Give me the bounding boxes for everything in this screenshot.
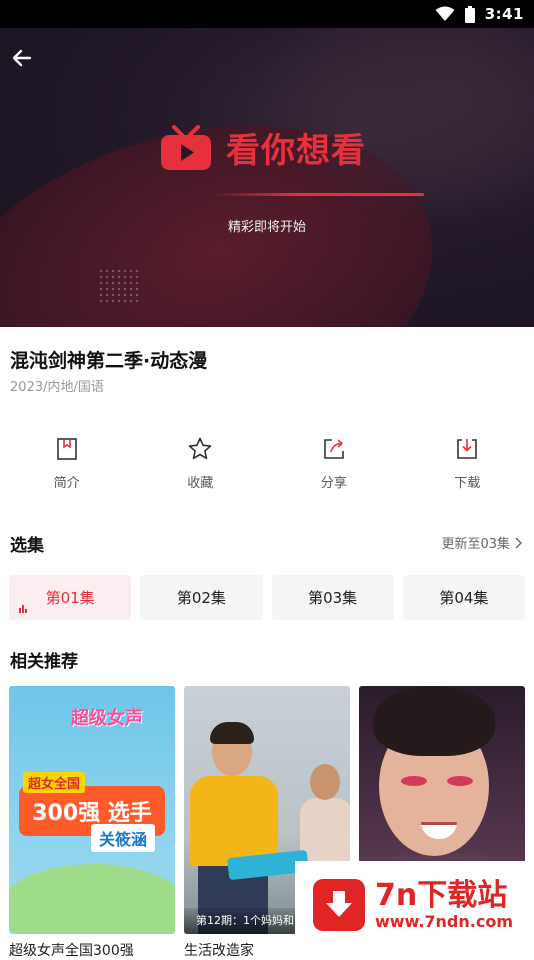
back-arrow-icon[interactable] xyxy=(10,46,34,70)
share-button[interactable]: 分享 xyxy=(274,436,394,496)
status-bar: 3:41 xyxy=(0,0,534,28)
thumb-figure xyxy=(373,686,495,756)
recommend-thumbnail: 超级女声 300强 选手 超女全国 关筱涵 xyxy=(9,686,175,934)
download-label: 下载 xyxy=(454,476,481,491)
battery-icon xyxy=(464,5,475,23)
episode-button-01[interactable]: 第01集 xyxy=(9,575,132,620)
recommend-title: 相关推荐 xyxy=(10,652,78,672)
thumb-figure xyxy=(447,776,473,786)
thumb-brand-text: 超级女声 xyxy=(71,708,143,729)
episodes-update-link[interactable]: 更新至03集 xyxy=(441,533,522,552)
player-dot-pattern xyxy=(98,268,140,304)
recommend-card[interactable]: 超级女声 300强 选手 超女全国 关筱涵 超级女声全国300强 xyxy=(9,686,175,960)
site-watermark: 7n下载站 www.7ndn.com xyxy=(295,861,534,949)
wifi-icon xyxy=(435,6,455,21)
video-title: 混沌剑神第二季·动态漫 xyxy=(10,350,208,372)
player-loading-line xyxy=(212,193,424,196)
thumb-hills xyxy=(9,864,175,934)
episodes-update-text: 更新至03集 xyxy=(441,537,510,552)
share-label: 分享 xyxy=(320,476,347,491)
watermark-name: 7n下载站 xyxy=(375,878,508,913)
episode-label: 第01集 xyxy=(45,589,95,607)
watermark-text: 7n下载站 www.7ndn.com xyxy=(375,879,513,931)
episode-list: 第01集 第02集 第03集 第04集 xyxy=(9,575,525,620)
episode-button-04[interactable]: 第04集 xyxy=(402,575,525,620)
action-bar: 简介 收藏 分享 下载 xyxy=(0,436,534,496)
favorite-label: 收藏 xyxy=(187,476,214,491)
download-icon xyxy=(457,439,478,459)
video-player[interactable]: 看你想看 精彩即将开始 xyxy=(0,28,534,327)
download-arrow-icon xyxy=(313,879,365,931)
episode-label: 第02集 xyxy=(176,589,226,607)
player-logo-text: 看你想看 xyxy=(226,131,366,171)
download-button[interactable]: 下载 xyxy=(407,436,527,496)
favorite-button[interactable]: 收藏 xyxy=(140,436,260,496)
thumb-name-text: 关筱涵 xyxy=(91,824,156,852)
thumb-top-text: 超女全国 xyxy=(23,772,86,793)
tv-play-icon xyxy=(161,124,211,170)
player-loading-text: 精彩即将开始 xyxy=(227,220,306,235)
share-icon xyxy=(323,439,344,459)
watermark-url: www.7ndn.com xyxy=(375,912,513,931)
recommend-title-text: 超级女声全国300强 xyxy=(9,943,134,959)
star-icon xyxy=(188,437,212,460)
bookmark-icon xyxy=(56,438,77,460)
thumb-figure xyxy=(310,764,340,800)
thumb-figure xyxy=(401,776,427,786)
video-meta: 2023/内地/国语 xyxy=(10,380,104,395)
episode-label: 第03集 xyxy=(308,589,358,607)
now-playing-icon xyxy=(19,605,27,613)
intro-label: 简介 xyxy=(53,476,80,491)
thumb-figure xyxy=(190,776,278,866)
episode-button-03[interactable]: 第03集 xyxy=(271,575,394,620)
status-time: 3:41 xyxy=(484,5,524,23)
thumb-figure xyxy=(210,722,254,744)
episode-button-02[interactable]: 第02集 xyxy=(140,575,263,620)
intro-button[interactable]: 简介 xyxy=(7,436,127,496)
player-logo: 看你想看 xyxy=(160,123,366,172)
chevron-right-icon xyxy=(515,537,522,548)
episodes-title: 选集 xyxy=(10,536,44,556)
episode-label: 第04集 xyxy=(439,589,489,607)
